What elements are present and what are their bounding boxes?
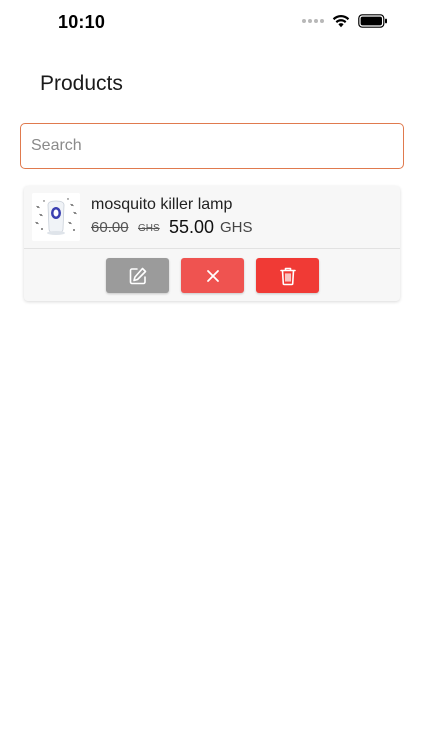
page-title: Products <box>40 72 123 95</box>
search-input[interactable] <box>21 124 403 168</box>
trash-icon <box>279 267 296 285</box>
signal-icon <box>302 19 324 23</box>
close-icon <box>206 269 219 282</box>
product-card[interactable]: mosquito killer lamp 60.00 GHS 55.00 GHS <box>24 186 400 301</box>
edit-button[interactable] <box>106 258 169 293</box>
wifi-icon <box>332 15 350 28</box>
search-box[interactable] <box>20 123 404 169</box>
old-price-currency: GHS <box>138 223 160 234</box>
current-price-currency: GHS <box>220 219 253 236</box>
lamp-product-image <box>32 193 80 241</box>
old-price: 60.00 <box>91 219 129 236</box>
current-price: 55.00 <box>169 217 215 237</box>
product-name: mosquito killer lamp <box>91 196 233 213</box>
delete-button[interactable] <box>256 258 319 293</box>
card-divider <box>24 248 400 249</box>
status-time: 10:10 <box>58 12 106 32</box>
status-bar: 10:10 <box>0 0 422 46</box>
status-icons <box>302 14 388 28</box>
edit-icon <box>129 267 146 284</box>
battery-icon <box>358 14 387 28</box>
cancel-button[interactable] <box>181 258 244 293</box>
